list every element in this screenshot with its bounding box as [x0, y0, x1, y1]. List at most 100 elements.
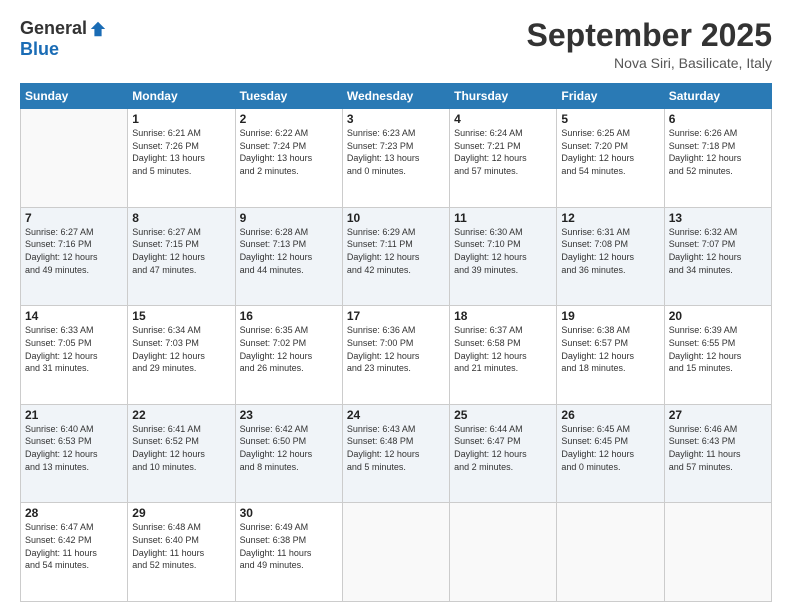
day-number: 12 — [561, 211, 659, 225]
page: General Blue September 2025 Nova Siri, B… — [0, 0, 792, 612]
table-row: 14Sunrise: 6:33 AMSunset: 7:05 PMDayligh… — [21, 306, 128, 405]
location: Nova Siri, Basilicate, Italy — [527, 55, 772, 71]
day-info: Sunrise: 6:47 AMSunset: 6:42 PMDaylight:… — [25, 521, 123, 571]
day-number: 18 — [454, 309, 552, 323]
logo: General Blue — [20, 18, 107, 60]
day-number: 2 — [240, 112, 338, 126]
table-row: 23Sunrise: 6:42 AMSunset: 6:50 PMDayligh… — [235, 404, 342, 503]
table-row: 29Sunrise: 6:48 AMSunset: 6:40 PMDayligh… — [128, 503, 235, 602]
table-row: 4Sunrise: 6:24 AMSunset: 7:21 PMDaylight… — [450, 109, 557, 208]
calendar-week-row: 14Sunrise: 6:33 AMSunset: 7:05 PMDayligh… — [21, 306, 772, 405]
day-number: 13 — [669, 211, 767, 225]
day-info: Sunrise: 6:33 AMSunset: 7:05 PMDaylight:… — [25, 324, 123, 374]
day-info: Sunrise: 6:34 AMSunset: 7:03 PMDaylight:… — [132, 324, 230, 374]
day-number: 16 — [240, 309, 338, 323]
month-title: September 2025 — [527, 18, 772, 53]
day-info: Sunrise: 6:26 AMSunset: 7:18 PMDaylight:… — [669, 127, 767, 177]
day-number: 3 — [347, 112, 445, 126]
day-number: 15 — [132, 309, 230, 323]
day-number: 7 — [25, 211, 123, 225]
day-info: Sunrise: 6:30 AMSunset: 7:10 PMDaylight:… — [454, 226, 552, 276]
day-number: 27 — [669, 408, 767, 422]
logo-blue-text: Blue — [20, 39, 59, 60]
table-row: 10Sunrise: 6:29 AMSunset: 7:11 PMDayligh… — [342, 207, 449, 306]
day-number: 22 — [132, 408, 230, 422]
table-row: 2Sunrise: 6:22 AMSunset: 7:24 PMDaylight… — [235, 109, 342, 208]
day-info: Sunrise: 6:48 AMSunset: 6:40 PMDaylight:… — [132, 521, 230, 571]
col-thursday: Thursday — [450, 84, 557, 109]
day-info: Sunrise: 6:36 AMSunset: 7:00 PMDaylight:… — [347, 324, 445, 374]
table-row: 22Sunrise: 6:41 AMSunset: 6:52 PMDayligh… — [128, 404, 235, 503]
day-info: Sunrise: 6:35 AMSunset: 7:02 PMDaylight:… — [240, 324, 338, 374]
table-row — [21, 109, 128, 208]
day-number: 28 — [25, 506, 123, 520]
day-number: 14 — [25, 309, 123, 323]
day-info: Sunrise: 6:46 AMSunset: 6:43 PMDaylight:… — [669, 423, 767, 473]
table-row: 18Sunrise: 6:37 AMSunset: 6:58 PMDayligh… — [450, 306, 557, 405]
day-info: Sunrise: 6:21 AMSunset: 7:26 PMDaylight:… — [132, 127, 230, 177]
table-row — [450, 503, 557, 602]
table-row: 5Sunrise: 6:25 AMSunset: 7:20 PMDaylight… — [557, 109, 664, 208]
day-info: Sunrise: 6:39 AMSunset: 6:55 PMDaylight:… — [669, 324, 767, 374]
table-row: 13Sunrise: 6:32 AMSunset: 7:07 PMDayligh… — [664, 207, 771, 306]
title-section: September 2025 Nova Siri, Basilicate, It… — [527, 18, 772, 71]
day-info: Sunrise: 6:22 AMSunset: 7:24 PMDaylight:… — [240, 127, 338, 177]
day-info: Sunrise: 6:31 AMSunset: 7:08 PMDaylight:… — [561, 226, 659, 276]
calendar-week-row: 28Sunrise: 6:47 AMSunset: 6:42 PMDayligh… — [21, 503, 772, 602]
table-row: 12Sunrise: 6:31 AMSunset: 7:08 PMDayligh… — [557, 207, 664, 306]
table-row: 19Sunrise: 6:38 AMSunset: 6:57 PMDayligh… — [557, 306, 664, 405]
day-number: 30 — [240, 506, 338, 520]
day-number: 20 — [669, 309, 767, 323]
day-number: 10 — [347, 211, 445, 225]
table-row: 21Sunrise: 6:40 AMSunset: 6:53 PMDayligh… — [21, 404, 128, 503]
day-info: Sunrise: 6:44 AMSunset: 6:47 PMDaylight:… — [454, 423, 552, 473]
day-info: Sunrise: 6:40 AMSunset: 6:53 PMDaylight:… — [25, 423, 123, 473]
day-info: Sunrise: 6:37 AMSunset: 6:58 PMDaylight:… — [454, 324, 552, 374]
logo-icon — [89, 20, 107, 38]
table-row — [557, 503, 664, 602]
table-row: 16Sunrise: 6:35 AMSunset: 7:02 PMDayligh… — [235, 306, 342, 405]
col-monday: Monday — [128, 84, 235, 109]
col-saturday: Saturday — [664, 84, 771, 109]
day-number: 9 — [240, 211, 338, 225]
table-row: 8Sunrise: 6:27 AMSunset: 7:15 PMDaylight… — [128, 207, 235, 306]
table-row: 26Sunrise: 6:45 AMSunset: 6:45 PMDayligh… — [557, 404, 664, 503]
calendar-week-row: 7Sunrise: 6:27 AMSunset: 7:16 PMDaylight… — [21, 207, 772, 306]
day-info: Sunrise: 6:49 AMSunset: 6:38 PMDaylight:… — [240, 521, 338, 571]
day-info: Sunrise: 6:45 AMSunset: 6:45 PMDaylight:… — [561, 423, 659, 473]
table-row: 25Sunrise: 6:44 AMSunset: 6:47 PMDayligh… — [450, 404, 557, 503]
day-number: 5 — [561, 112, 659, 126]
day-info: Sunrise: 6:43 AMSunset: 6:48 PMDaylight:… — [347, 423, 445, 473]
day-info: Sunrise: 6:42 AMSunset: 6:50 PMDaylight:… — [240, 423, 338, 473]
calendar-body: 1Sunrise: 6:21 AMSunset: 7:26 PMDaylight… — [21, 109, 772, 602]
day-number: 29 — [132, 506, 230, 520]
day-number: 19 — [561, 309, 659, 323]
day-info: Sunrise: 6:38 AMSunset: 6:57 PMDaylight:… — [561, 324, 659, 374]
table-row: 27Sunrise: 6:46 AMSunset: 6:43 PMDayligh… — [664, 404, 771, 503]
calendar-week-row: 1Sunrise: 6:21 AMSunset: 7:26 PMDaylight… — [21, 109, 772, 208]
day-number: 17 — [347, 309, 445, 323]
table-row: 3Sunrise: 6:23 AMSunset: 7:23 PMDaylight… — [342, 109, 449, 208]
day-info: Sunrise: 6:24 AMSunset: 7:21 PMDaylight:… — [454, 127, 552, 177]
calendar-table: Sunday Monday Tuesday Wednesday Thursday… — [20, 83, 772, 602]
calendar-header-row: Sunday Monday Tuesday Wednesday Thursday… — [21, 84, 772, 109]
day-number: 24 — [347, 408, 445, 422]
day-number: 23 — [240, 408, 338, 422]
day-info: Sunrise: 6:25 AMSunset: 7:20 PMDaylight:… — [561, 127, 659, 177]
day-info: Sunrise: 6:32 AMSunset: 7:07 PMDaylight:… — [669, 226, 767, 276]
day-number: 25 — [454, 408, 552, 422]
day-number: 1 — [132, 112, 230, 126]
day-number: 21 — [25, 408, 123, 422]
col-friday: Friday — [557, 84, 664, 109]
table-row: 28Sunrise: 6:47 AMSunset: 6:42 PMDayligh… — [21, 503, 128, 602]
table-row: 17Sunrise: 6:36 AMSunset: 7:00 PMDayligh… — [342, 306, 449, 405]
table-row: 7Sunrise: 6:27 AMSunset: 7:16 PMDaylight… — [21, 207, 128, 306]
table-row: 30Sunrise: 6:49 AMSunset: 6:38 PMDayligh… — [235, 503, 342, 602]
col-wednesday: Wednesday — [342, 84, 449, 109]
calendar-week-row: 21Sunrise: 6:40 AMSunset: 6:53 PMDayligh… — [21, 404, 772, 503]
col-sunday: Sunday — [21, 84, 128, 109]
header: General Blue September 2025 Nova Siri, B… — [20, 18, 772, 71]
day-number: 6 — [669, 112, 767, 126]
table-row: 6Sunrise: 6:26 AMSunset: 7:18 PMDaylight… — [664, 109, 771, 208]
day-info: Sunrise: 6:28 AMSunset: 7:13 PMDaylight:… — [240, 226, 338, 276]
